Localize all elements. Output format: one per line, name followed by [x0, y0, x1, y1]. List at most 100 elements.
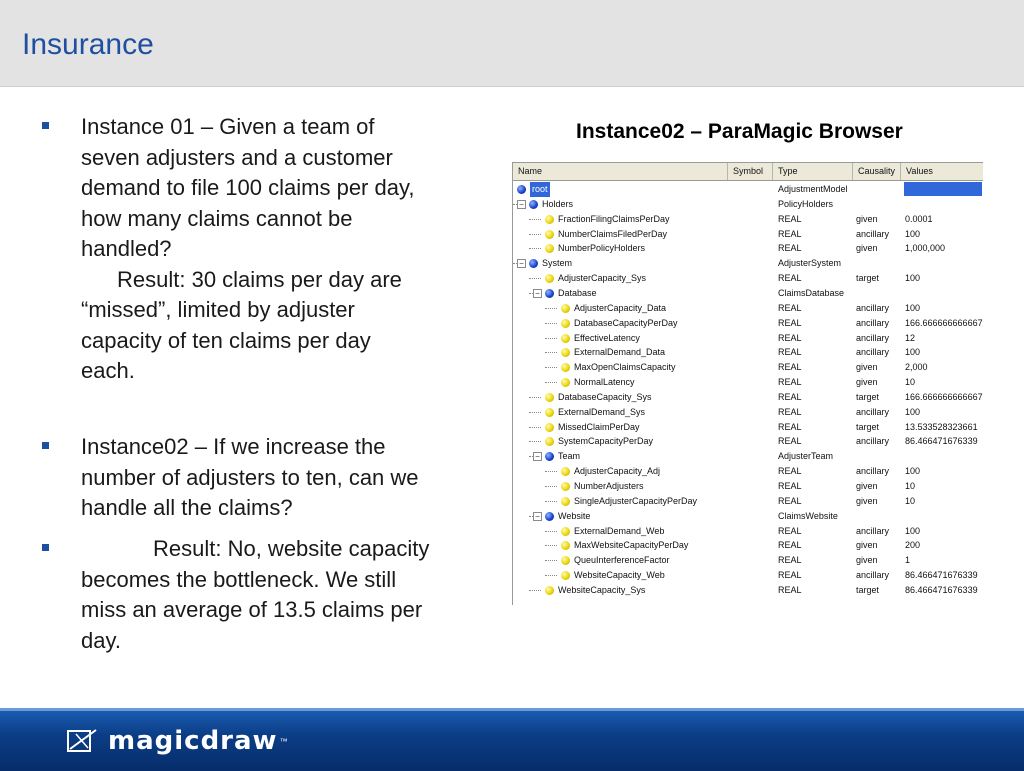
tree-connector [545, 530, 557, 532]
tree-row-causality: given [856, 213, 878, 224]
tree-row-causality: given [856, 481, 878, 491]
tree-row-value: 100 [905, 525, 921, 536]
column-header-causality[interactable]: Causality [853, 163, 901, 180]
tree-row[interactable]: WebsiteCapacity_Web REAL ancillary 86.46647… [513, 568, 983, 583]
tree-row[interactable]: root AdjustmentModel [513, 182, 983, 197]
column-header-symbol[interactable]: Symbol [728, 163, 773, 180]
tree-row-causality: ancillary [856, 436, 890, 447]
tree-row[interactable]: ExternalDemand_Web REAL ancillary 100 [513, 524, 983, 539]
collapse-toggle-icon[interactable]: − [533, 288, 542, 298]
tree-row-causality: given [856, 540, 878, 551]
bullet-line: miss an average of 13.5 claims per [81, 597, 423, 622]
tree-row-label: FractionFilingClaimsPerDay [558, 213, 670, 224]
tree-row[interactable]: SystemCapacityPerDay REAL ancillary 86.4664… [513, 434, 983, 449]
tree-row[interactable]: SingleAdjusterCapacityPerDay REAL given 10 [513, 494, 983, 509]
property-node-icon [561, 482, 570, 491]
column-header-name[interactable]: Name [513, 163, 728, 180]
tree-row-label: AdjusterCapacity_Data [574, 302, 667, 313]
tree-row[interactable]: NormalLatency REAL given 10 [513, 375, 983, 390]
tree-row-value: 10 [905, 481, 916, 491]
tree-row-value: 2,000 [905, 362, 928, 373]
tree-row[interactable]: NumberClaimsFiledPerDay REAL ancillary 100 [513, 227, 983, 242]
tree-row[interactable]: WebsiteCapacity_Sys REAL target 86.46647167… [513, 583, 983, 598]
tree-row[interactable]: MaxOpenClaimsCapacity REAL given 2,000 [513, 360, 983, 375]
tree-connector [545, 500, 557, 502]
bullet-line: day. [81, 627, 121, 653]
tree-row-type: REAL [778, 525, 802, 536]
tree-row-label: Holders [542, 198, 574, 209]
tree-row[interactable]: ExternalDemand_Sys REAL ancillary 100 [513, 405, 983, 420]
tree-row-type: REAL [778, 481, 802, 491]
tree-row[interactable]: − System AdjusterSystem [513, 256, 983, 271]
tree-row[interactable]: DatabaseCapacityPerDay REAL ancillary 166.6… [513, 316, 983, 331]
property-node-icon [545, 229, 554, 239]
tree-row[interactable]: AdjusterCapacity_Adj REAL ancillary 100 [513, 464, 983, 479]
tree-row-causality: target [856, 273, 880, 284]
tree-row[interactable]: − Database ClaimsDatabase [513, 286, 983, 301]
tree-row-label: Team [558, 451, 581, 462]
tree-row[interactable]: ExternalDemand_Data REAL ancillary 100 [513, 345, 983, 360]
collapse-toggle-icon[interactable]: − [517, 199, 526, 209]
tree-row-type: REAL [778, 436, 802, 447]
column-header-values[interactable]: Values [901, 163, 983, 180]
tree-connector [529, 411, 541, 413]
tree-row[interactable]: − Website ClaimsWebsite [513, 509, 983, 524]
tree-row-value: 1,000,000 [905, 243, 946, 254]
tree-row[interactable]: FractionFilingClaimsPerDay REAL given 0.000… [513, 212, 983, 227]
slide-header: Insurance [0, 0, 1024, 87]
tree-row-type: REAL [778, 273, 802, 284]
column-header-type[interactable]: Type [773, 163, 853, 180]
browser-caption: Instance02 – ParaMagic Browser [576, 120, 903, 143]
tree-row[interactable]: − Team AdjusterTeam [513, 449, 983, 464]
tree-connector [529, 218, 541, 220]
tree-row-type: REAL [778, 406, 802, 417]
tree-row-label: ExternalDemand_Data [574, 347, 666, 358]
paramagic-browser-tree[interactable]: Name Symbol Type Causality Values root Ad… [512, 162, 983, 605]
tree-connector [529, 426, 541, 428]
tree-row-value: 100 [905, 273, 921, 284]
tree-row-type: AdjusterTeam [778, 451, 834, 462]
tree-row-value: 100 [905, 466, 921, 477]
tree-row-type: REAL [778, 332, 802, 343]
collapse-toggle-icon[interactable]: − [533, 511, 542, 521]
tree-row[interactable]: AdjusterCapacity_Sys REAL target 100 [513, 271, 983, 286]
tree-row-causality: ancillary [856, 406, 890, 417]
tree-row[interactable]: AdjusterCapacity_Data REAL ancillary 100 [513, 301, 983, 316]
tree-connector [529, 441, 541, 443]
block-node-icon [517, 185, 526, 194]
tree-row-causality: given [856, 362, 878, 373]
logo-text: magicdraw [108, 726, 278, 756]
tree-row[interactable]: EffectiveLatency REAL ancillary 12 [513, 331, 983, 346]
tree-connector [545, 352, 557, 354]
bullet-line: number of adjusters to ten, can we [81, 464, 419, 490]
tree-connector [529, 396, 541, 398]
tree-row[interactable]: MissedClaimPerDay REAL target 13.5335283236… [513, 420, 983, 435]
tree-row-type: REAL [778, 317, 802, 328]
tree-row-label: EffectiveLatency [574, 332, 640, 343]
tree-row-label: ExternalDemand_Sys [558, 406, 646, 417]
tree-row-label: WebsiteCapacity_Web [574, 570, 665, 581]
tree-row-causality: ancillary [856, 228, 890, 239]
property-node-icon [561, 496, 570, 506]
block-node-icon [545, 511, 554, 521]
tree-row[interactable]: − Holders PolicyHolders [513, 197, 983, 212]
tree-row[interactable]: DatabaseCapacity_Sys REAL target 166.666666… [513, 390, 983, 405]
property-node-icon [545, 585, 554, 595]
tree-row[interactable]: NumberPolicyHolders REAL given 1,000,000 [513, 241, 983, 256]
collapse-toggle-icon[interactable]: − [517, 259, 526, 269]
tree-row[interactable]: MaxWebsiteCapacityPerDay REAL given 200 [513, 538, 983, 553]
property-node-icon [561, 318, 570, 328]
property-node-icon [545, 244, 554, 254]
bullet-marker [42, 442, 49, 449]
tree-row-label: MaxOpenClaimsCapacity [574, 362, 676, 373]
tree-row[interactable]: QueuInterferenceFactor REAL given 1 [513, 553, 983, 568]
tree-connector [529, 248, 541, 250]
tree-row-causality: ancillary [856, 525, 890, 536]
tree-row-value: 0.0001 [905, 213, 933, 224]
tree-row-type: REAL [778, 243, 802, 254]
tree-row[interactable]: NumberAdjusters REAL given 10 [513, 479, 983, 494]
tree-row-value: 13.533528323661 [905, 421, 978, 432]
bullet-line: Result: No, website capacity [81, 534, 491, 565]
collapse-toggle-icon[interactable]: − [533, 452, 542, 462]
tree-connector [545, 486, 557, 487]
